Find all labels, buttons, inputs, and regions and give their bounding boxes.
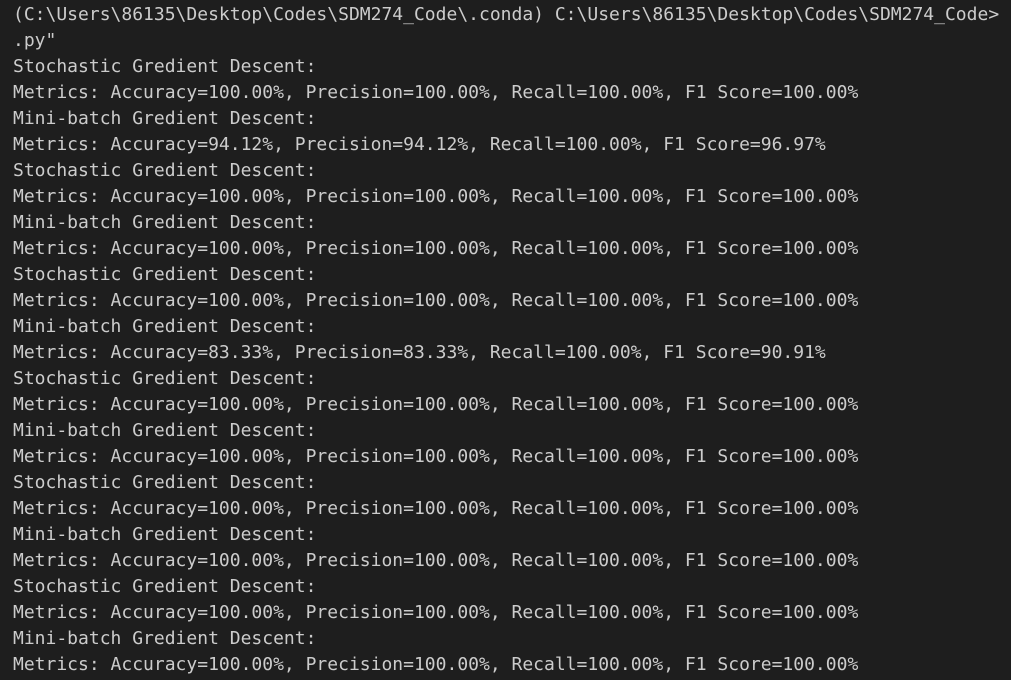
output-line: Mini-batch Gredient Descent: xyxy=(13,212,317,233)
output-line: Metrics: Accuracy=100.00%, Precision=100… xyxy=(13,290,859,311)
output-line: Metrics: Accuracy=83.33%, Precision=83.3… xyxy=(13,342,826,363)
output-line: Stochastic Gredient Descent: xyxy=(13,368,317,389)
output-line: Metrics: Accuracy=100.00%, Precision=100… xyxy=(13,550,859,571)
terminal-output-panel[interactable]: (C:\Users\86135\Desktop\Codes\SDM274_Cod… xyxy=(0,0,1011,680)
output-line: Mini-batch Gredient Descent: xyxy=(13,108,317,129)
output-line: Metrics: Accuracy=100.00%, Precision=100… xyxy=(13,446,859,467)
output-line: Mini-batch Gredient Descent: xyxy=(13,628,317,649)
output-line: Stochastic Gredient Descent: xyxy=(13,472,317,493)
output-line: Metrics: Accuracy=94.12%, Precision=94.1… xyxy=(13,134,826,155)
output-line: Metrics: Accuracy=100.00%, Precision=100… xyxy=(13,186,859,207)
output-line: Mini-batch Gredient Descent: xyxy=(13,524,317,545)
output-line: Metrics: Accuracy=100.00%, Precision=100… xyxy=(13,602,859,623)
output-line: Stochastic Gredient Descent: xyxy=(13,264,317,285)
output-line: Mini-batch Gredient Descent: xyxy=(13,316,317,337)
prompt-line: (C:\Users\86135\Desktop\Codes\SDM274_Cod… xyxy=(13,4,1000,25)
output-line: Metrics: Accuracy=100.00%, Precision=100… xyxy=(13,394,859,415)
output-line: Metrics: Accuracy=100.00%, Precision=100… xyxy=(13,82,859,103)
output-line: Stochastic Gredient Descent: xyxy=(13,576,317,597)
output-line: Stochastic Gredient Descent: xyxy=(13,160,317,181)
output-line: Mini-batch Gredient Descent: xyxy=(13,420,317,441)
output-line: Metrics: Accuracy=100.00%, Precision=100… xyxy=(13,654,859,675)
output-line: Metrics: Accuracy=100.00%, Precision=100… xyxy=(13,238,859,259)
output-line: Metrics: Accuracy=100.00%, Precision=100… xyxy=(13,498,859,519)
output-line: Stochastic Gredient Descent: xyxy=(13,56,317,77)
command-continuation-line: .py" xyxy=(13,30,57,51)
